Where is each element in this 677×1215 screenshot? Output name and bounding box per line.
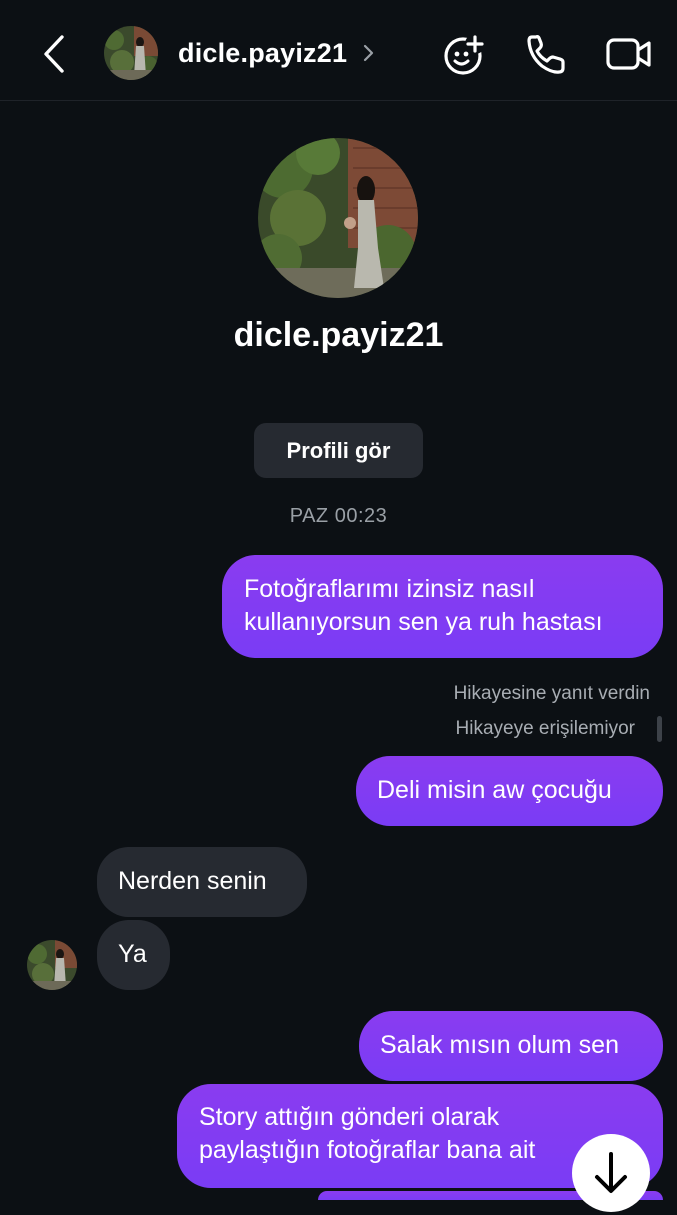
message-text: Deli misin aw çocuğu bbox=[377, 776, 612, 804]
message-text: Ya bbox=[118, 940, 147, 968]
message-text: Fotoğraflarımı izinsiz nasıl bbox=[244, 575, 535, 603]
view-profile-button[interactable]: Profili gör bbox=[254, 423, 423, 478]
outgoing-message[interactable]: Salak mısın olum sen bbox=[359, 1011, 663, 1081]
story-preview-bar bbox=[657, 716, 662, 742]
message-text: Salak mısın olum sen bbox=[380, 1031, 619, 1059]
phone-icon[interactable] bbox=[522, 30, 570, 78]
story-reply-note: Hikayesine yanıt verdin bbox=[453, 683, 650, 704]
message-text: Story attığın gönderi olarak bbox=[199, 1103, 500, 1131]
sticker-add-icon[interactable] bbox=[441, 30, 489, 78]
chevron-right-icon[interactable] bbox=[362, 42, 376, 64]
message-text: Nerden senin bbox=[118, 867, 267, 895]
incoming-message[interactable]: Ya bbox=[97, 920, 170, 990]
arrow-down-icon bbox=[595, 1152, 627, 1193]
scroll-to-bottom-button[interactable] bbox=[572, 1134, 650, 1212]
message-text: kullanıyorsun sen ya ruh hastası bbox=[244, 608, 603, 636]
outgoing-message[interactable]: Fotoğraflarımı izinsiz nasıl kullanıyors… bbox=[222, 555, 663, 658]
outgoing-message[interactable]: Deli misin aw çocuğu bbox=[356, 756, 663, 826]
back-arrow-icon[interactable] bbox=[36, 34, 72, 74]
avatar[interactable] bbox=[104, 26, 158, 80]
message-timestamp: PAZ 00:23 bbox=[289, 505, 388, 527]
header-username[interactable]: dicle.payiz21 bbox=[178, 38, 347, 69]
sender-avatar[interactable] bbox=[27, 940, 77, 990]
incoming-message[interactable]: Nerden senin bbox=[97, 847, 307, 917]
profile-username: dicle.payiz21 bbox=[233, 316, 444, 354]
video-camera-icon[interactable] bbox=[605, 30, 653, 78]
profile-avatar[interactable] bbox=[258, 138, 418, 298]
chat-header: dicle.payiz21 bbox=[0, 0, 677, 101]
story-unavailable-note: Hikayeye erişilemiyor bbox=[455, 718, 636, 739]
